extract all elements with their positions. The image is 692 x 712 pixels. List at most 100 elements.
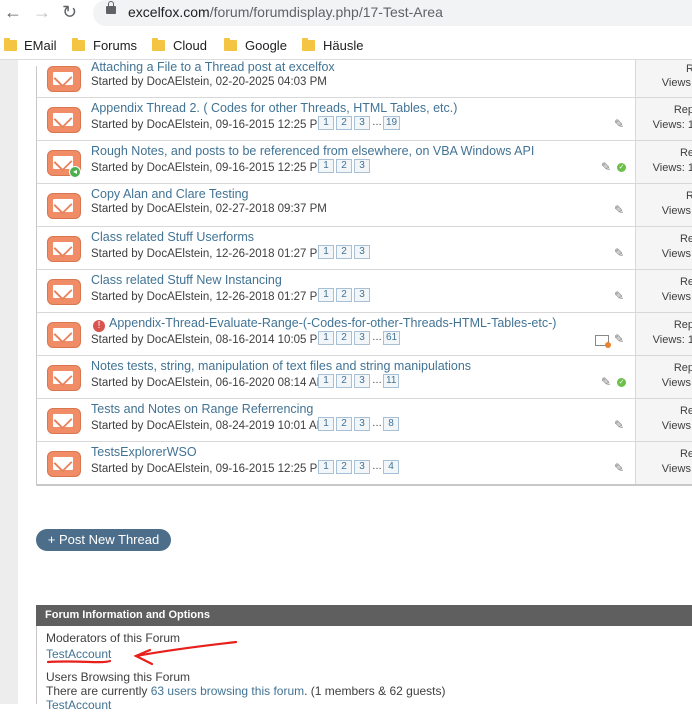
- reload-icon[interactable]: ↻: [62, 2, 77, 22]
- thread-status-icon[interactable]: [45, 191, 81, 221]
- thread-title[interactable]: TestsExplorerWSO: [91, 445, 197, 459]
- thread-status-icon[interactable]: [45, 449, 81, 479]
- thread-status-icon[interactable]: [45, 234, 81, 264]
- paperclip-icon: ✎: [614, 289, 625, 303]
- post-new-thread-button[interactable]: + Post New Thread: [36, 529, 171, 551]
- bookmark-google[interactable]: Google: [245, 38, 287, 54]
- thread-row: Notes tests, string, manipulation of tex…: [37, 356, 692, 399]
- address-bar-row: ← → ↻ excelfox.com/forum/forumdisplay.ph…: [0, 0, 692, 27]
- page-link[interactable]: 11: [383, 374, 400, 388]
- thread-title[interactable]: Class related Stuff New Instancing: [91, 273, 282, 287]
- users-browsing-text: There are currently 63 users browsing th…: [46, 684, 446, 698]
- bookmark-forums[interactable]: Forums: [93, 38, 137, 54]
- thread-status-icon[interactable]: ◂: [45, 148, 81, 178]
- thread-status-icon[interactable]: [45, 277, 81, 307]
- thread-starter: Started by DocAElstein, 09-16-2015 12:25…: [91, 119, 327, 131]
- thread-starter: Started by DocAElstein, 12-26-2018 01:27…: [91, 248, 327, 260]
- thread-title[interactable]: Rough Notes, and posts to be referenced …: [91, 144, 534, 158]
- forward-arrow-icon[interactable]: →: [33, 2, 51, 22]
- back-arrow-icon[interactable]: ←: [4, 2, 22, 22]
- envelope-icon: [47, 107, 81, 133]
- paperclip-icon: ✎: [614, 117, 625, 131]
- thread-title[interactable]: Copy Alan and Clare Testing: [91, 187, 249, 201]
- browsing-count-link[interactable]: 63 users browsing this forum: [151, 684, 304, 698]
- replies-label: R: [686, 190, 692, 202]
- envelope-icon: [47, 408, 81, 434]
- thread-stats: Re Views:: [635, 399, 692, 441]
- page-links: 1 2 3… 4: [318, 460, 401, 474]
- paperclip-icon: ✎: [614, 203, 625, 217]
- page-link[interactable]: 3: [354, 331, 370, 345]
- replies-label: R: [686, 63, 692, 75]
- page-link[interactable]: 2: [336, 159, 352, 173]
- page-links: 1 2 3… 8: [318, 417, 401, 431]
- thread-status-icon[interactable]: [45, 363, 81, 393]
- page-link[interactable]: 3: [354, 460, 370, 474]
- lock-icon[interactable]: [106, 1, 116, 14]
- thread-status-icon[interactable]: [45, 64, 81, 94]
- thread-starter: Started by DocAElstein, 08-24-2019 10:01…: [91, 420, 327, 432]
- thread-title[interactable]: Tests and Notes on Range Referrencing: [91, 402, 313, 416]
- page-link[interactable]: 2: [336, 374, 352, 388]
- page-link[interactable]: 1: [318, 159, 334, 173]
- bookmark-email[interactable]: EMail: [24, 38, 57, 54]
- page-link[interactable]: 1: [318, 417, 334, 431]
- subscribed-check-icon: ✓: [617, 378, 626, 387]
- paperclip-icon: ✎: [601, 160, 612, 174]
- page-link[interactable]: 1: [318, 116, 334, 130]
- forum-page: Attaching a File to a Thread post at exc…: [0, 60, 692, 712]
- page-link[interactable]: 8: [383, 417, 399, 431]
- page-link[interactable]: 3: [354, 374, 370, 388]
- page-link[interactable]: 1: [318, 288, 334, 302]
- page-link[interactable]: 61: [383, 331, 401, 345]
- thread-starter: Started by DocAElstein, 12-26-2018 01:27…: [91, 291, 327, 303]
- thread-title[interactable]: Notes tests, string, manipulation of tex…: [91, 359, 471, 373]
- go-to-new-post-icon[interactable]: ◂: [69, 166, 81, 178]
- envelope-icon: [47, 279, 81, 305]
- thread-status-icon[interactable]: [45, 406, 81, 436]
- thread-title[interactable]: Appendix-Thread-Evaluate-Range-(-Codes-f…: [109, 316, 556, 330]
- page-ellipsis: …: [372, 418, 382, 429]
- thread-stats: Rep Views: 1: [635, 98, 692, 140]
- url-text[interactable]: excelfox.com/forum/forumdisplay.php/17-T…: [128, 4, 443, 20]
- page-link[interactable]: 1: [318, 460, 334, 474]
- browsing-prefix: There are currently: [46, 684, 151, 698]
- page-link[interactable]: 1: [318, 374, 334, 388]
- page-link[interactable]: 2: [336, 245, 352, 259]
- replies-label: Rep: [673, 319, 692, 331]
- page-link[interactable]: 3: [354, 159, 370, 173]
- paperclip-icon: ✎: [614, 246, 625, 260]
- thread-title-wrap: ! Appendix-Thread-Evaluate-Range-(-Codes-…: [93, 316, 556, 332]
- replies-label: Re: [679, 233, 692, 245]
- page-link[interactable]: 3: [354, 116, 370, 130]
- page-link[interactable]: 3: [354, 417, 370, 431]
- page-link[interactable]: 2: [336, 288, 352, 302]
- thread-starter: Started by DocAElstein, 06-16-2020 08:14…: [91, 377, 327, 389]
- folder-icon: [224, 38, 237, 51]
- page-link[interactable]: 3: [354, 245, 370, 259]
- thread-title[interactable]: Appendix Thread 2. ( Codes for other Thr…: [91, 101, 457, 115]
- page-link[interactable]: 2: [336, 331, 352, 345]
- bookmarks-bar: EMail Forums Cloud Google Häusle: [0, 33, 692, 60]
- page-link[interactable]: 1: [318, 331, 334, 345]
- page-link[interactable]: 2: [336, 116, 352, 130]
- thread-status-icon[interactable]: [45, 320, 81, 350]
- page-link[interactable]: 1: [318, 245, 334, 259]
- thread-row: Attaching a File to a Thread post at exc…: [37, 60, 692, 98]
- page-links: 1 2 3… 11: [318, 374, 401, 388]
- bookmark-haeusle[interactable]: Häusle: [323, 38, 363, 54]
- page-link[interactable]: 3: [354, 288, 370, 302]
- thread-title[interactable]: Class related Stuff Userforms: [91, 230, 254, 244]
- page-link[interactable]: 2: [336, 460, 352, 474]
- thread-row: Class related Stuff New Instancing Start…: [37, 270, 692, 313]
- page-link[interactable]: 4: [383, 460, 399, 474]
- thread-stats: Rep Views: 1: [635, 313, 692, 355]
- page-link[interactable]: 2: [336, 417, 352, 431]
- page-link[interactable]: 19: [383, 116, 401, 130]
- moderated-mail-icon: [595, 335, 611, 348]
- bookmark-cloud[interactable]: Cloud: [173, 38, 207, 54]
- thread-title[interactable]: Attaching a File to a Thread post at exc…: [91, 60, 335, 74]
- thread-status-icon[interactable]: [45, 105, 81, 135]
- page-links: 123: [318, 245, 372, 259]
- browsing-user-link[interactable]: TestAccount: [46, 698, 111, 712]
